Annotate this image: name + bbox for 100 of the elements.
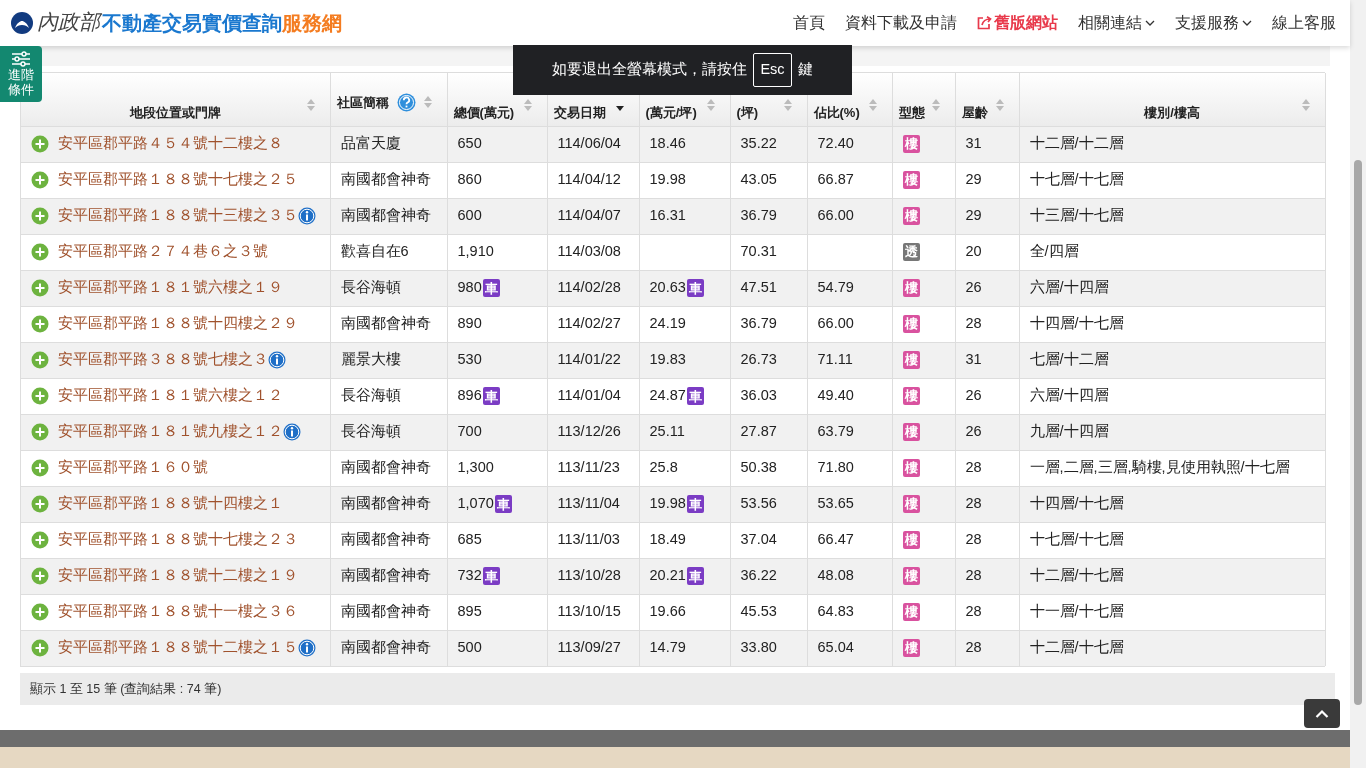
- table-cell: 南國都會神奇: [330, 162, 447, 198]
- table-cell: 31: [955, 126, 1019, 162]
- table-cell: 35.22: [730, 126, 807, 162]
- address-link[interactable]: 安平區郡平路２７４巷６之３號: [58, 241, 268, 263]
- nav-dropdown[interactable]: 支援服務: [1175, 11, 1252, 35]
- expand-icon[interactable]: [31, 315, 49, 333]
- info-icon[interactable]: [298, 207, 316, 225]
- nav-link[interactable]: 資料下載及申請: [845, 11, 957, 35]
- site-title-suffix: 服務網: [282, 11, 342, 36]
- expand-icon[interactable]: [31, 171, 49, 189]
- nav-dropdown[interactable]: 相關連結: [1078, 11, 1155, 35]
- table-cell-text: 24.19: [649, 314, 686, 334]
- info-icon[interactable]: [283, 423, 301, 441]
- help-icon[interactable]: [396, 93, 416, 112]
- expand-icon[interactable]: [31, 351, 49, 369]
- ministry-logo: 內政部: [37, 9, 100, 37]
- table-cell: 十四層/十七層: [1019, 306, 1325, 342]
- table-cell: 28: [955, 306, 1019, 342]
- nav-link[interactable]: 舊版網站: [977, 11, 1058, 35]
- table-cell-text: 732: [457, 566, 482, 586]
- chevron-up-icon: [1315, 709, 1329, 718]
- sort-icon[interactable]: [994, 97, 1005, 112]
- table-cell: 65.04: [817, 639, 854, 656]
- type-tag: 樓: [902, 422, 920, 441]
- type-tag: 樓: [902, 530, 920, 549]
- advanced-filter-tab[interactable]: 進階條件: [0, 46, 42, 102]
- table-cell-text: 860: [457, 170, 482, 190]
- address-link[interactable]: 安平區郡平路１８１號九樓之１２: [58, 421, 283, 443]
- expand-icon[interactable]: [31, 243, 49, 261]
- scrollbar[interactable]: [1350, 0, 1366, 768]
- table-cell: 63.79: [817, 423, 854, 440]
- expand-icon[interactable]: [31, 135, 49, 153]
- column-header[interactable]: 型態: [892, 73, 955, 126]
- expand-icon[interactable]: [31, 495, 49, 513]
- address-link[interactable]: 安平區郡平路３８８號七樓之３: [58, 349, 268, 371]
- table-cell: 66.87: [817, 171, 854, 188]
- address-link[interactable]: 安平區郡平路１８８號十三樓之３５: [58, 205, 298, 227]
- address-link[interactable]: 安平區郡平路１８１號六樓之１９: [58, 277, 283, 299]
- address-link[interactable]: 安平區郡平路１８８號十四樓之１: [58, 493, 283, 515]
- sort-icon[interactable]: [705, 97, 716, 112]
- parking-badge: 車: [686, 495, 704, 513]
- expand-icon[interactable]: [31, 639, 49, 658]
- address-link[interactable]: 安平區郡平路１８８號十四樓之２９: [58, 313, 298, 335]
- address-link[interactable]: 安平區郡平路１６０號: [58, 457, 208, 479]
- sort-icon[interactable]: [522, 97, 533, 112]
- table-cell: 十七層/十七層: [1019, 522, 1325, 558]
- column-label: 社區簡稱: [336, 95, 389, 110]
- expand-icon[interactable]: [31, 387, 49, 405]
- address-link[interactable]: 安平區郡平路１８８號十二樓之１９: [58, 565, 298, 587]
- info-icon[interactable]: [298, 639, 316, 658]
- expand-icon[interactable]: [31, 423, 49, 441]
- sort-icon[interactable]: [930, 97, 941, 112]
- sort-icon[interactable]: [782, 97, 793, 112]
- table-cell: 113/11/03: [547, 522, 639, 558]
- back-to-top-button[interactable]: [1304, 699, 1340, 728]
- sort-icon[interactable]: [867, 97, 878, 112]
- expand-icon[interactable]: [31, 603, 49, 621]
- sort-icon[interactable]: [305, 97, 316, 112]
- expand-icon[interactable]: [31, 531, 49, 549]
- emblem-icon: [10, 11, 34, 35]
- address-link[interactable]: 安平區郡平路１８８號十一樓之３６: [58, 601, 298, 623]
- table-cell: 66.00: [817, 207, 854, 224]
- table-cell: 27.87: [730, 414, 807, 450]
- table-cell: 28: [955, 630, 1019, 666]
- expand-icon[interactable]: [31, 567, 49, 585]
- table-cell: 33.80: [730, 630, 807, 666]
- table-cell-text: 700: [457, 422, 482, 442]
- expand-icon[interactable]: [31, 459, 49, 477]
- column-header[interactable]: 社區簡稱: [330, 73, 447, 126]
- table-cell-text: 20.63: [649, 278, 686, 298]
- address-link[interactable]: 安平區郡平路１８８號十二樓之１５: [58, 637, 298, 660]
- table-cell-text: 600: [457, 206, 482, 226]
- caret-icon: [1145, 20, 1155, 26]
- table-cell: 一層,二層,三層,騎樓,見使用執照/十七層: [1019, 450, 1325, 486]
- address-link[interactable]: 安平區郡平路４５４號十二樓之８: [58, 133, 283, 155]
- table-cell: 113/09/27: [547, 630, 639, 666]
- expand-icon[interactable]: [31, 279, 49, 297]
- table-cell-text: 19.98: [649, 170, 686, 190]
- parking-badge: 車: [482, 567, 500, 585]
- type-tag: 樓: [902, 458, 920, 477]
- column-label: 地段位置或門牌: [129, 104, 221, 120]
- table-cell: 113/12/26: [547, 414, 639, 450]
- column-label: 樓別/樓高: [1144, 104, 1200, 120]
- sort-icon[interactable]: [422, 95, 433, 109]
- column-header[interactable]: 屋齡: [955, 73, 1019, 126]
- table-cell: 十二層/十七層: [1019, 630, 1325, 666]
- sort-icon[interactable]: [1300, 97, 1311, 112]
- table-cell: 66.47: [817, 531, 854, 548]
- table-cell-text: 980: [457, 278, 482, 298]
- expand-icon[interactable]: [31, 207, 49, 225]
- column-header[interactable]: 樓別/樓高: [1019, 73, 1325, 126]
- info-icon[interactable]: [268, 351, 286, 369]
- nav-link[interactable]: 線上客服: [1272, 11, 1336, 35]
- address-link[interactable]: 安平區郡平路１８８號十七樓之２５: [58, 169, 298, 191]
- nav-link[interactable]: 首頁: [793, 11, 825, 35]
- table-cell: 36.79: [730, 306, 807, 342]
- address-link[interactable]: 安平區郡平路１８８號十七樓之２３: [58, 529, 298, 551]
- address-link[interactable]: 安平區郡平路１８１號六樓之１２: [58, 385, 283, 407]
- site-title: 不動產交易實價查詢: [102, 12, 282, 36]
- parking-badge: 車: [482, 387, 500, 405]
